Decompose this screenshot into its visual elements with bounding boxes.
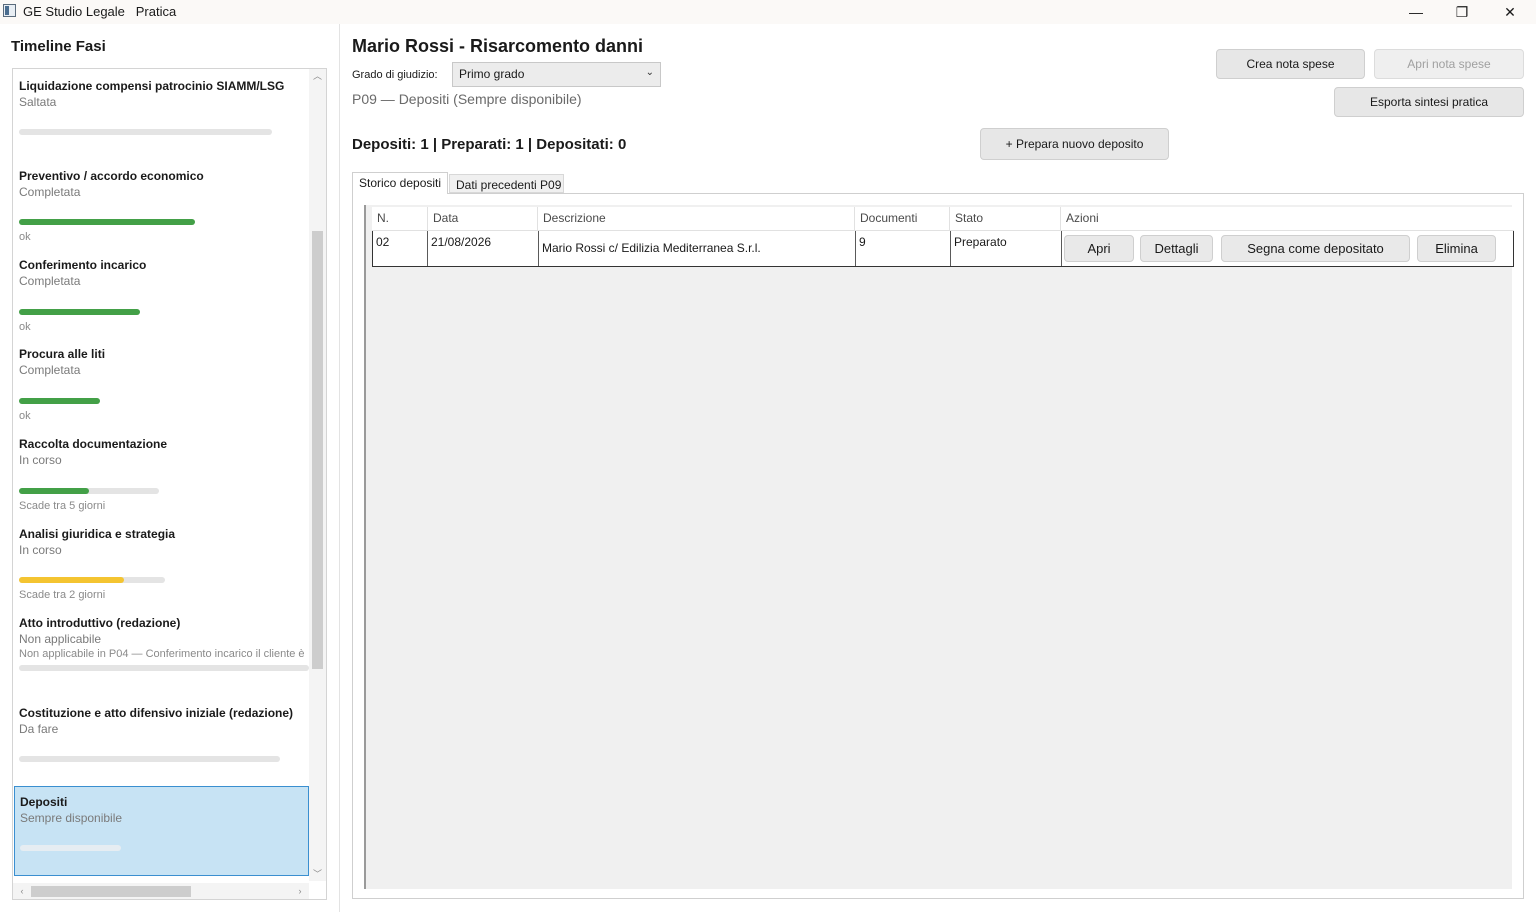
horizontal-scrollbar[interactable]: ‹ › <box>13 883 309 899</box>
grado-select[interactable]: Primo grado ⌄ <box>452 62 661 87</box>
phase-progress-fill <box>19 219 195 225</box>
phase-progress-bar <box>19 219 195 225</box>
phase-name: Raccolta documentazione <box>19 437 168 451</box>
phase-note: ok <box>19 410 31 422</box>
dettagli-button[interactable]: Dettagli <box>1140 235 1213 262</box>
phase-progress-fill <box>19 398 100 404</box>
phase-status: Completata <box>19 185 81 199</box>
phase-progress-fill <box>19 577 125 583</box>
tab-dati-precedenti[interactable]: Dati precedenti P09 <box>449 174 564 193</box>
vertical-scrollbar[interactable]: ︿ ﹀ <box>309 69 326 881</box>
timeline-panel: Timeline Fasi Liquidazione compensi patr… <box>0 24 340 912</box>
deposit-counts: Depositi: 1 | Preparati: 1 | Depositati:… <box>352 136 627 153</box>
table-header: N. Data Descrizione Documenti Stato Azio… <box>372 207 1514 231</box>
scroll-right-icon[interactable]: › <box>293 883 307 899</box>
phase-status: Da fare <box>19 722 59 736</box>
title-bar: GE Studio Legale Pratica — ❐ ✕ <box>0 0 1536 24</box>
window-title: GE Studio Legale Pratica <box>23 4 177 19</box>
timeline-phase[interactable]: Analisi giuridica e strategia In corso S… <box>13 517 309 607</box>
phase-name: Preventivo / accordo economico <box>19 169 204 183</box>
phase-note: ok <box>19 231 31 243</box>
phase-progress-bar <box>20 845 121 851</box>
phase-progress-fill <box>19 309 140 315</box>
tab-storico-depositi[interactable]: Storico depositi <box>352 172 448 194</box>
phase-note: ok <box>19 321 31 333</box>
phase-note: Non applicabile in P04 — Conferimento in… <box>19 648 305 660</box>
page-title: Mario Rossi - Risarcomento danni <box>352 36 644 56</box>
cell-descrizione: Mario Rossi c/ Edilizia Mediterranea S.r… <box>538 231 855 266</box>
phase-name: Atto introduttivo (redazione) <box>19 616 181 630</box>
phase-name: Depositi <box>20 795 68 809</box>
phase-status: Saltata <box>19 95 57 109</box>
timeline-phase[interactable]: Procura alle liti Completata ok <box>13 337 309 427</box>
cell-documenti: 9 <box>855 231 950 266</box>
phase-progress-bar <box>19 309 140 315</box>
timeline-phase[interactable]: Preventivo / accordo economico Completat… <box>13 159 309 249</box>
phase-note: Scade tra 2 giorni <box>19 589 106 601</box>
column-header: Azioni <box>1060 207 1514 231</box>
phase-name: Costituzione e atto difensivo iniziale (… <box>19 706 294 720</box>
apri-nota-spese-button[interactable]: Apri nota spese <box>1374 49 1524 79</box>
column-header: Stato <box>949 207 1060 231</box>
tab-content: N. Data Descrizione Documenti Stato Azio… <box>352 193 1524 899</box>
grado-select-value: Primo grado <box>459 67 525 81</box>
cell-stato: Preparato <box>950 231 1061 266</box>
close-button[interactable]: ✕ <box>1487 0 1533 24</box>
column-header: Descrizione <box>537 207 854 231</box>
prepara-deposito-button[interactable]: + Prepara nuovo deposito <box>980 128 1169 160</box>
phase-subtitle: P09 — Depositi (Sempre disponibile) <box>352 91 582 107</box>
phase-progress-fill <box>19 488 89 494</box>
phase-name: Analisi giuridica e strategia <box>19 527 176 541</box>
minimize-button[interactable]: — <box>1393 0 1439 24</box>
scroll-down-icon[interactable]: ﹀ <box>309 867 326 881</box>
timeline-phase[interactable]: Liquidazione compensi patrocinio SIAMM/L… <box>13 69 309 159</box>
timeline-phase[interactable]: Atto introduttivo (redazione) Non applic… <box>13 606 309 696</box>
column-header: Documenti <box>854 207 949 231</box>
column-header: N. <box>377 211 389 225</box>
phase-status: In corso <box>19 453 62 467</box>
timeline-title: Timeline Fasi <box>11 38 106 55</box>
chevron-down-icon: ⌄ <box>645 67 654 78</box>
segna-depositato-button[interactable]: Segna come depositato <box>1221 235 1410 262</box>
phase-progress-bar <box>19 129 272 135</box>
scrollbar-thumb[interactable] <box>312 231 323 669</box>
timeline-phase-selected[interactable]: Depositi Sempre disponibile <box>14 786 309 876</box>
phase-progress-bar <box>19 577 165 583</box>
app-icon <box>3 4 16 17</box>
elimina-button[interactable]: Elimina <box>1417 235 1496 262</box>
cell-azioni: Apri Dettagli Segna come depositato Elim… <box>1061 231 1513 266</box>
phase-status: In corso <box>19 543 62 557</box>
phase-progress-bar <box>19 665 309 671</box>
esporta-sintesi-button[interactable]: Esporta sintesi pratica <box>1334 87 1524 117</box>
column-header: Data <box>427 207 537 231</box>
table-row[interactable]: 02 21/08/2026 Mario Rossi c/ Edilizia Me… <box>372 231 1514 267</box>
scroll-left-icon[interactable]: ‹ <box>15 883 29 899</box>
scrollbar-thumb[interactable] <box>31 886 191 897</box>
cell-n: 02 <box>376 235 390 249</box>
restore-button[interactable]: ❐ <box>1439 0 1485 24</box>
phase-progress-bar <box>19 488 159 494</box>
phase-progress-bar <box>19 756 280 762</box>
phase-name: Conferimento incarico <box>19 258 147 272</box>
phase-status: Completata <box>19 274 81 288</box>
timeline-phase[interactable]: Raccolta documentazione In corso Scade t… <box>13 427 309 517</box>
timeline-list[interactable]: Liquidazione compensi patrocinio SIAMM/L… <box>12 68 327 900</box>
phase-note: Scade tra 5 giorni <box>19 500 106 512</box>
phase-name: Procura alle liti <box>19 347 106 361</box>
phase-status: Sempre disponibile <box>20 811 123 825</box>
phase-status: Completata <box>19 363 81 377</box>
grado-label: Grado di giudizio: <box>352 69 438 81</box>
crea-nota-spese-button[interactable]: Crea nota spese <box>1216 49 1365 79</box>
depositi-table-area: N. Data Descrizione Documenti Stato Azio… <box>364 205 1514 889</box>
phase-name: Liquidazione compensi patrocinio SIAMM/L… <box>19 79 285 93</box>
scroll-up-icon[interactable]: ︿ <box>309 69 326 83</box>
cell-data: 21/08/2026 <box>427 231 538 266</box>
timeline-phase[interactable]: Conferimento incarico Completata ok <box>13 248 309 338</box>
apri-button[interactable]: Apri <box>1064 235 1134 262</box>
phase-progress-bar <box>19 398 100 404</box>
timeline-phase[interactable]: Costituzione e atto difensivo iniziale (… <box>13 696 309 786</box>
phase-status: Non applicabile <box>19 632 102 646</box>
